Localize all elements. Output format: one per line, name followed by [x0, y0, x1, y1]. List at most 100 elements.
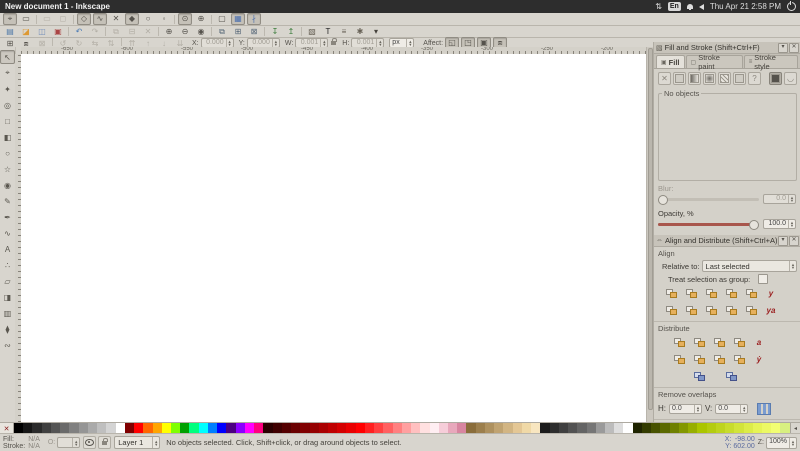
create-clone-icon[interactable]: ⊞	[231, 26, 245, 38]
tab-stroke-paint[interactable]: ▢Stroke paint	[686, 55, 743, 68]
remove-overlaps-button[interactable]	[755, 401, 773, 416]
align-panel-header[interactable]: ⇔ Align and Distribute (Shift+Ctrl+A) ▾ …	[654, 235, 800, 247]
panel-close-button[interactable]: ✕	[789, 236, 799, 246]
zoom-fit-icon[interactable]: ◉	[194, 26, 208, 38]
center-vertical-axis-button[interactable]	[702, 286, 720, 301]
pattern-button[interactable]	[718, 72, 731, 85]
unclump-objects-button[interactable]	[722, 369, 740, 384]
distribute-vertical-gaps-button[interactable]	[730, 352, 748, 367]
opacity-value-field[interactable]: 100.0▲▼	[763, 219, 796, 229]
snap-bounding-box-icon[interactable]: ▭	[19, 13, 33, 25]
sound-icon[interactable]	[699, 4, 704, 10]
tool-3d-box[interactable]: ◧	[0, 130, 15, 144]
tool-eraser[interactable]: ▱	[0, 274, 15, 288]
panel-iconify-button[interactable]: ▾	[778, 236, 788, 246]
align-right-to-left-anchor-button[interactable]	[662, 286, 680, 301]
blur-slider-handle[interactable]	[658, 195, 668, 205]
snap-guides-icon[interactable]: ∤	[247, 13, 261, 25]
preferences-icon[interactable]: ✱	[353, 26, 367, 38]
align-bottom-edges-button[interactable]	[722, 303, 740, 318]
object-opacity-field[interactable]: ▲▼	[57, 437, 80, 448]
text-dialog-icon[interactable]: T	[321, 26, 335, 38]
center-horizontal-axis-button[interactable]	[702, 303, 720, 318]
snap-cusp-nodes-icon[interactable]: ◆	[125, 13, 139, 25]
import-icon[interactable]: ↧	[268, 26, 282, 38]
unknown-paint-button[interactable]: ?	[748, 72, 761, 85]
distribute-top-edges-button[interactable]	[670, 352, 688, 367]
v-gap-field[interactable]: 0.0▲▼	[715, 404, 748, 414]
tool-selector[interactable]: ↖	[0, 50, 15, 64]
tab-fill[interactable]: ▣Fill	[656, 55, 685, 68]
tool-rectangle[interactable]: □	[0, 114, 15, 128]
snap-smooth-nodes-icon[interactable]: ○	[141, 13, 155, 25]
clock[interactable]: Thu Apr 21 2:58 PM	[710, 2, 781, 11]
document-canvas[interactable]	[21, 54, 646, 422]
distribute-text-baselines-button[interactable]: ẏ	[750, 352, 768, 367]
tool-gradient[interactable]: ▥	[0, 306, 15, 320]
snap-rotation-centers-icon[interactable]: ⊕	[194, 13, 208, 25]
randomize-positions-button[interactable]	[690, 369, 708, 384]
xml-editor-icon[interactable]: ≡	[337, 26, 351, 38]
distribute-left-edges-button[interactable]	[670, 335, 688, 350]
tool-ellipse[interactable]: ○	[0, 146, 15, 160]
export-icon[interactable]: ↥	[284, 26, 298, 38]
opacity-slider-handle[interactable]	[749, 220, 759, 230]
tool-node-editor[interactable]: ⌖	[0, 66, 15, 80]
distribute-text-anchors-button[interactable]: a	[750, 335, 768, 350]
duplicate-icon[interactable]: ⧉	[215, 26, 229, 38]
tool-zoom[interactable]: ◎	[0, 98, 15, 112]
layer-visibility-toggle[interactable]	[83, 436, 96, 449]
align-left-edges-button[interactable]	[682, 286, 700, 301]
distribute-right-edges-button[interactable]	[710, 335, 728, 350]
unlink-clone-icon[interactable]: ⊠	[247, 26, 261, 38]
distribute-centers-vertically-button[interactable]	[690, 352, 708, 367]
snap-enable-icon[interactable]: ⌖	[3, 13, 17, 25]
swatch-button[interactable]	[733, 72, 746, 85]
tool-text[interactable]: A	[0, 242, 15, 256]
tool-spiral[interactable]: ◉	[0, 178, 15, 192]
tool-connector[interactable]: ∾	[0, 338, 15, 352]
text-align-vertical-button[interactable]: ya	[762, 303, 780, 318]
blur-slider[interactable]	[658, 198, 759, 201]
snap-bbox-corners-icon[interactable]: ◻	[56, 13, 70, 25]
snap-paths-icon[interactable]: ∿	[93, 13, 107, 25]
power-icon[interactable]	[787, 2, 796, 11]
tool-calligraphy[interactable]: ∿	[0, 226, 15, 240]
align-top-edges-button[interactable]	[682, 303, 700, 318]
snap-path-intersections-icon[interactable]: ✕	[109, 13, 123, 25]
align-top-to-bottom-anchor-button[interactable]	[742, 303, 760, 318]
fill-stroke-dialog-icon[interactable]: ▧	[305, 26, 319, 38]
notifications-icon[interactable]	[687, 4, 693, 9]
snap-object-centers-icon[interactable]: ⊙	[178, 13, 192, 25]
lock-ratio-icon[interactable]	[331, 41, 336, 45]
flat-color-button[interactable]	[673, 72, 686, 85]
toolbar-overflow-icon[interactable]: ▾	[369, 26, 383, 38]
keyboard-layout-indicator[interactable]: En	[668, 2, 681, 11]
snap-bbox-edges-icon[interactable]: ▭	[40, 13, 54, 25]
treat-as-group-checkbox[interactable]	[758, 274, 768, 284]
tool-spray[interactable]: ∴	[0, 258, 15, 272]
align-right-edges-button[interactable]	[722, 286, 740, 301]
fill-rule-nonzero-button[interactable]	[769, 72, 782, 85]
tool-pencil[interactable]: ✎	[0, 194, 15, 208]
zoom-field[interactable]: 100%▲▼	[766, 437, 797, 449]
tool-dropper[interactable]: ⧫	[0, 322, 15, 336]
distribute-horizontal-gaps-button[interactable]	[730, 335, 748, 350]
relative-to-select[interactable]: Last selected ▲▼	[702, 260, 797, 272]
distribute-centers-horizontally-button[interactable]	[690, 335, 708, 350]
distribute-bottom-edges-button[interactable]	[710, 352, 728, 367]
tool-tweak[interactable]: ✦	[0, 82, 15, 96]
tool-star[interactable]: ☆	[0, 162, 15, 176]
text-align-horizontal-button[interactable]: y	[762, 286, 780, 301]
no-paint-button[interactable]: ✕	[658, 72, 671, 85]
align-left-to-right-anchor-button[interactable]	[742, 286, 760, 301]
panel-iconify-button[interactable]: ▾	[778, 43, 788, 53]
layer-lock-toggle[interactable]	[98, 436, 111, 449]
linear-gradient-button[interactable]	[688, 72, 701, 85]
panel-close-button[interactable]: ✕	[789, 43, 799, 53]
snap-grid-icon[interactable]: ▦	[231, 13, 245, 25]
opacity-slider[interactable]	[658, 223, 759, 226]
tab-stroke-style[interactable]: ≡Stroke style	[744, 55, 798, 68]
blur-value-field[interactable]: 0.0▲▼	[763, 194, 796, 204]
snap-page-border-icon[interactable]: ▢	[215, 13, 229, 25]
